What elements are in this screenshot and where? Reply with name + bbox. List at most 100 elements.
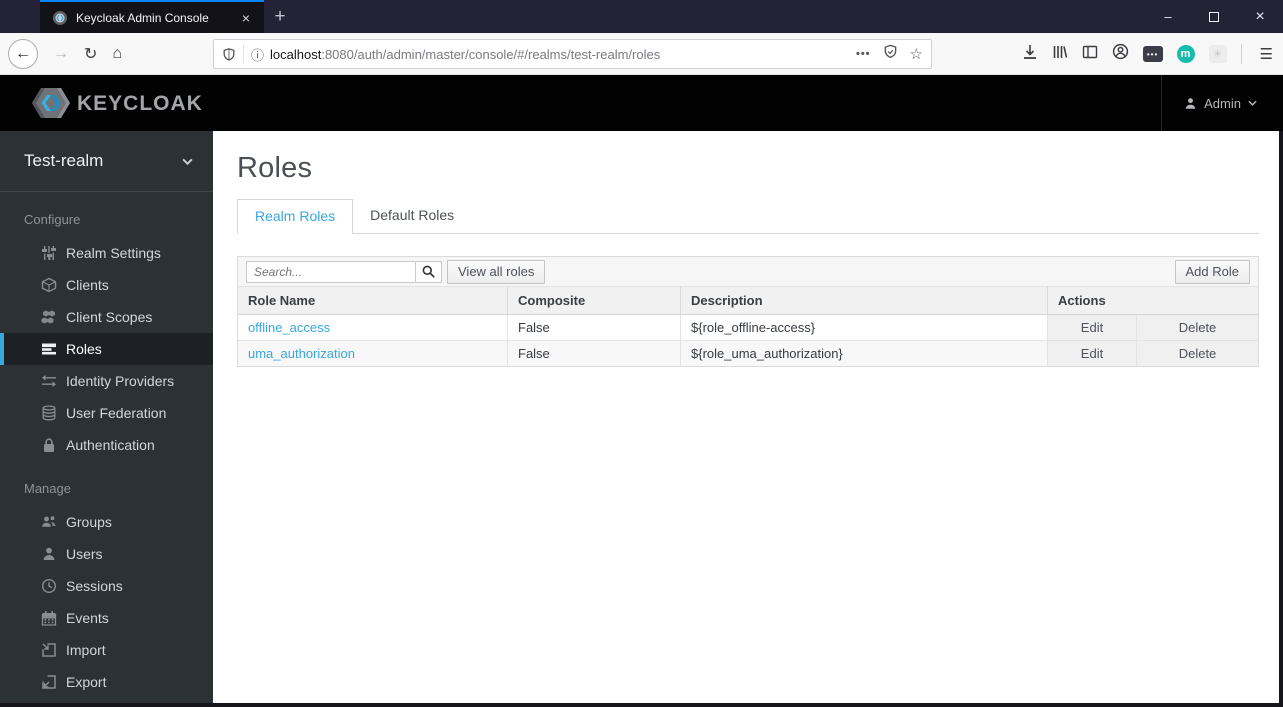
role-link-offline-access[interactable]: offline_access [248, 320, 330, 335]
sidebar-item-label: Roles [66, 341, 102, 357]
extension-m-icon[interactable]: m [1176, 45, 1195, 63]
sidebar-item-label: Realm Settings [66, 245, 161, 261]
window-frame-right [1279, 131, 1283, 707]
window-close-button[interactable]: × [1237, 0, 1283, 33]
tab-close-icon[interactable]: × [236, 10, 256, 26]
main-content: Roles Realm Roles Default Roles View all… [213, 131, 1279, 703]
role-link-uma-authorization[interactable]: uma_authorization [248, 346, 355, 361]
chevron-down-icon [1248, 100, 1257, 106]
keycloak-logo[interactable]: KEYCLOAK [22, 85, 212, 121]
delete-button[interactable]: Delete [1137, 315, 1258, 340]
urlbar-actions: ••• ☆ [856, 44, 923, 64]
menu-hamburger-icon[interactable]: ☰ [1256, 45, 1277, 63]
sidebar-item-realm-settings[interactable]: Realm Settings [0, 237, 213, 269]
sidebar-item-users[interactable]: Users [0, 538, 213, 570]
sidebar-item-label: Import [66, 642, 106, 658]
cube-icon [40, 277, 57, 293]
table-header-row: Role Name Composite Description Actions [238, 287, 1258, 315]
extension-password-manager-icon[interactable]: ••• [1142, 46, 1163, 62]
sidebar-toggle-icon[interactable] [1082, 44, 1098, 65]
sidebar-item-label: Users [66, 546, 103, 562]
realm-name: Test-realm [24, 151, 104, 170]
account-icon[interactable] [1112, 43, 1129, 65]
url-text[interactable]: localhost:8080/auth/admin/master/console… [270, 47, 856, 62]
keycloak-favicon-icon [52, 10, 68, 26]
toolbar-separator [1240, 44, 1242, 64]
toolbar-right-icons: ••• m ✳ ☰ [1022, 33, 1277, 75]
library-icon[interactable] [1052, 44, 1068, 65]
sidebar-item-export[interactable]: Export [0, 666, 213, 698]
sidebar-item-events[interactable]: Events [0, 602, 213, 634]
sidebar-item-client-scopes[interactable]: Client Scopes [0, 301, 213, 333]
page-actions-icon[interactable]: ••• [856, 48, 871, 60]
view-all-roles-button[interactable]: View all roles [447, 259, 546, 284]
user-menu[interactable]: Admin [1161, 75, 1283, 131]
browser-tab-active[interactable]: Keycloak Admin Console × [40, 0, 264, 33]
sidebar-item-user-federation[interactable]: User Federation [0, 397, 213, 429]
browser-tab-bar: Keycloak Admin Console × + – × [0, 0, 1283, 33]
search-input[interactable] [246, 260, 416, 283]
search-button[interactable] [416, 260, 442, 283]
window-minimize-button[interactable]: – [1145, 0, 1191, 33]
user-menu-label: Admin [1204, 95, 1241, 111]
app-body: Test-realm Configure Realm Settings Clie… [0, 131, 1279, 703]
back-button[interactable]: ← [8, 39, 38, 69]
tracking-protection-shield-icon[interactable] [222, 47, 236, 62]
window-frame-bottom [0, 703, 1283, 707]
sidebar-item-label: Clients [66, 277, 109, 293]
sidebar-section-configure: Configure [24, 212, 81, 227]
reload-button[interactable]: ↻ [84, 44, 97, 64]
description-value: ${role_uma_authorization} [681, 341, 1048, 366]
tab-realm-roles[interactable]: Realm Roles [237, 199, 354, 234]
home-button[interactable]: ⌂ [112, 45, 122, 63]
tab-default-roles[interactable]: Default Roles [353, 199, 471, 233]
sidebar-item-import[interactable]: Import [0, 634, 213, 666]
list-rows-icon [40, 341, 57, 357]
sidebar-item-groups[interactable]: Groups [0, 506, 213, 538]
tabs: Realm Roles Default Roles [237, 199, 1259, 234]
bookmark-star-icon[interactable]: ☆ [910, 45, 923, 63]
delete-button[interactable]: Delete [1137, 341, 1258, 366]
sidebar-item-label: Export [66, 674, 107, 690]
sidebar-item-label: Sessions [66, 578, 123, 594]
table-row: offline_access False ${role_offline-acce… [238, 315, 1258, 341]
add-role-button[interactable]: Add Role [1174, 259, 1250, 284]
magnifier-icon [422, 265, 435, 278]
browser-toolbar: ← → ↻ ⌂ ⓘ localhost:8080/auth/admin/mast… [0, 33, 1283, 75]
nav-buttons: ← → ↻ ⌂ [8, 33, 122, 75]
realm-selector[interactable]: Test-realm [0, 131, 213, 192]
clock-icon [40, 578, 57, 594]
lock-icon [40, 437, 57, 453]
column-header-actions: Actions [1058, 293, 1106, 308]
new-tab-button[interactable]: + [264, 0, 296, 33]
brand-text: KEYCLOAK [77, 92, 203, 115]
sidebar-item-label: Events [66, 610, 109, 626]
cubes-icon [40, 309, 57, 325]
sidebar-item-sessions[interactable]: Sessions [0, 570, 213, 602]
window-maximize-button[interactable] [1191, 0, 1237, 33]
sidebar-section-manage: Manage [24, 481, 71, 496]
window-controls: – × [1145, 0, 1283, 33]
import-arrow-icon [40, 642, 57, 658]
sidebar-item-authentication[interactable]: Authentication [0, 429, 213, 461]
urlbar-separator [243, 45, 244, 63]
site-info-icon[interactable]: ⓘ [251, 45, 264, 64]
sidebar-item-clients[interactable]: Clients [0, 269, 213, 301]
forward-button[interactable]: → [53, 45, 69, 63]
sidebar-item-roles[interactable]: Roles [0, 333, 213, 365]
url-path: :8080/auth/admin/master/console/#/realms… [321, 46, 661, 62]
sidebar-item-label: Authentication [66, 437, 155, 453]
description-value: ${role_offline-access} [681, 315, 1048, 340]
edit-button[interactable]: Edit [1048, 341, 1137, 366]
composite-value: False [508, 315, 681, 340]
extension-disabled-icon[interactable]: ✳ [1208, 45, 1227, 63]
sidebar-item-identity-providers[interactable]: Identity Providers [0, 365, 213, 397]
edit-button[interactable]: Edit [1048, 315, 1137, 340]
download-icon[interactable] [1022, 44, 1038, 65]
user-icon [40, 546, 57, 562]
sidebar-item-label: Groups [66, 514, 112, 530]
url-host: localhost [270, 46, 322, 62]
composite-value: False [508, 341, 681, 366]
url-bar[interactable]: ⓘ localhost:8080/auth/admin/master/conso… [213, 39, 932, 69]
shield-check-icon[interactable] [883, 44, 898, 64]
